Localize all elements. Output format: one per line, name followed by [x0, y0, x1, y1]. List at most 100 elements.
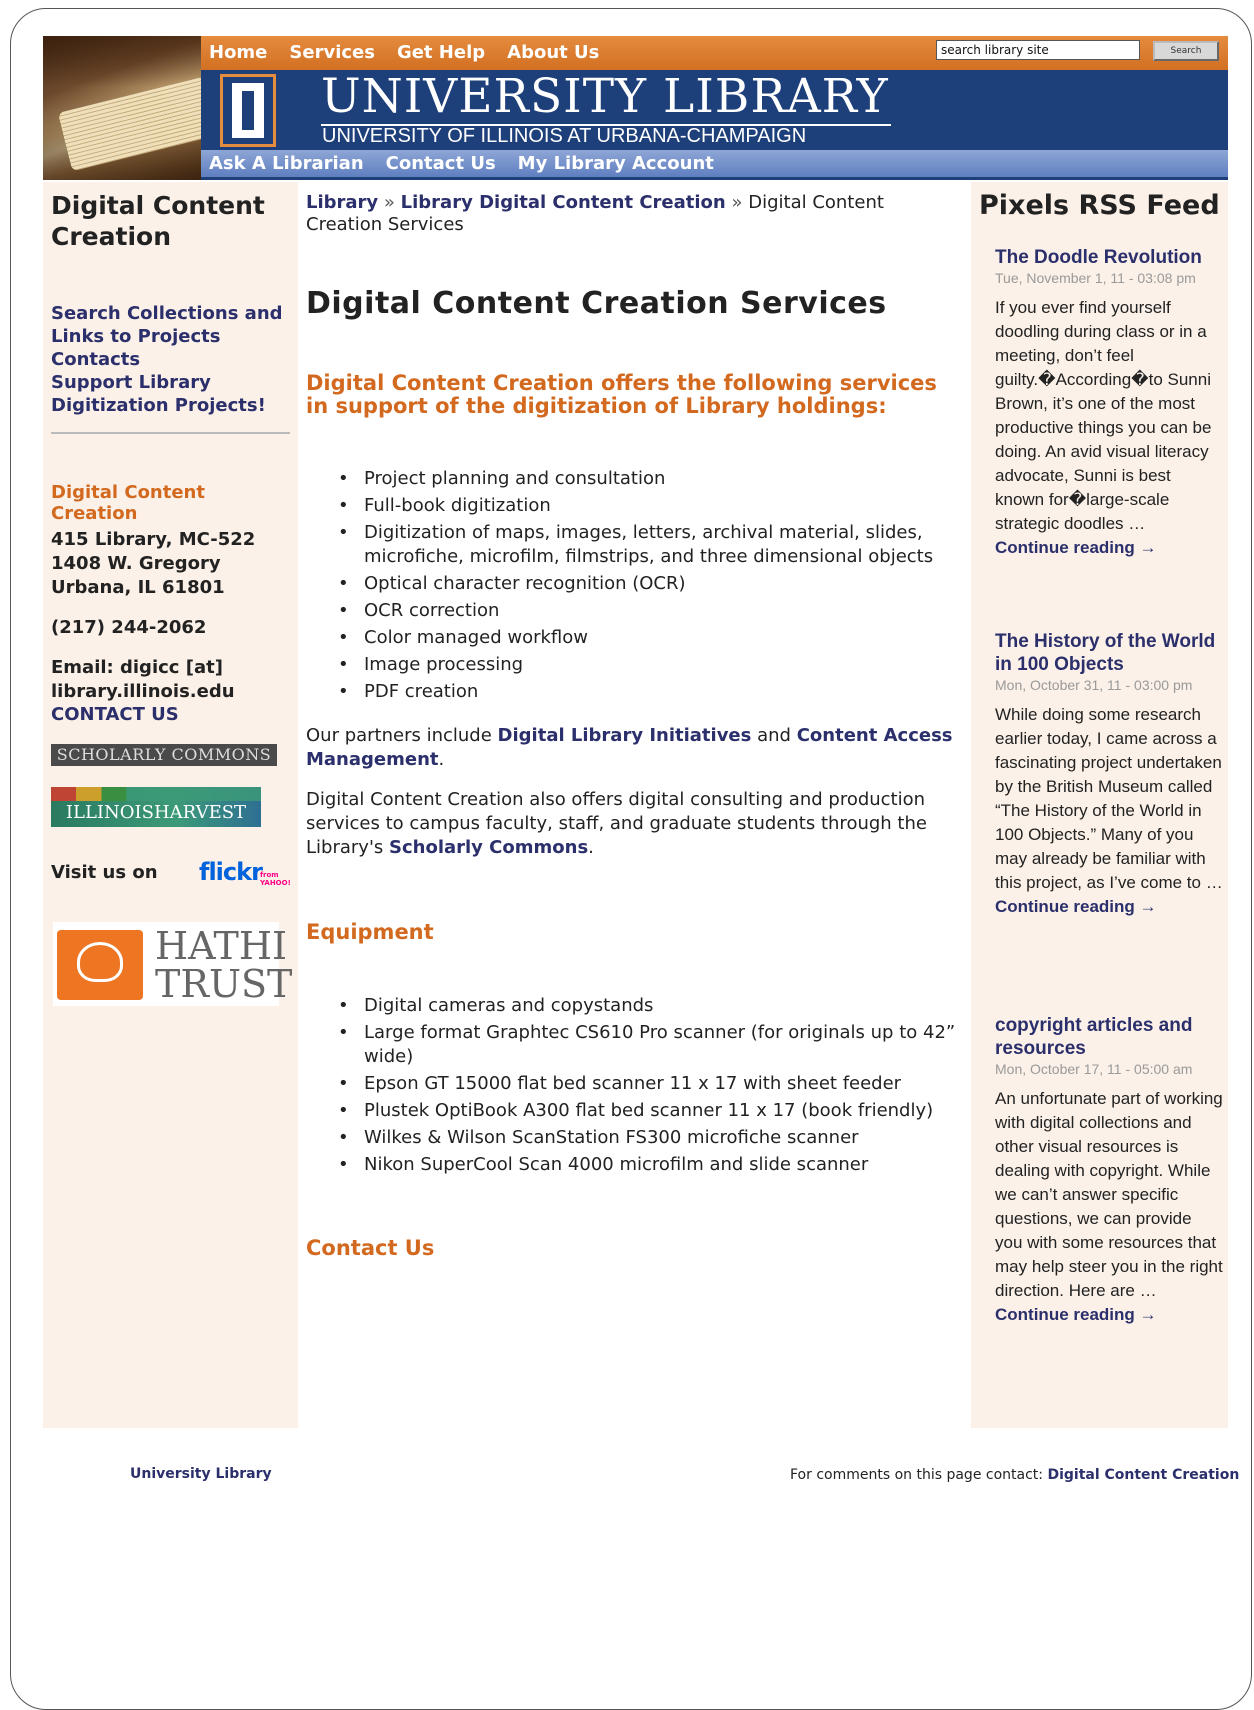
brand-title[interactable]: UNIVERSITY LIBRARY — [321, 70, 891, 126]
footer-university-library-link[interactable]: University Library — [130, 1466, 272, 1482]
list-item: Large format Graphtec CS610 Pro scanner … — [306, 1021, 966, 1069]
rss-post-title[interactable]: The Doodle Revolution — [995, 246, 1223, 269]
consulting-paragraph: Digital Content Creation also offers dig… — [306, 788, 956, 860]
list-item: Full-book digitization — [306, 494, 966, 518]
rss-post-title[interactable]: The History of the World in 100 Objects — [995, 630, 1223, 676]
partners-end: . — [438, 749, 445, 770]
equipment-heading: Equipment — [306, 920, 434, 944]
sub-nav-bar: Ask A Librarian Contact Us My Library Ac… — [201, 150, 1228, 180]
partners-prefix: Our partners include — [306, 725, 492, 746]
rss-post-date: Mon, October 17, 11 - 05:00 am — [995, 1061, 1193, 1077]
list-item: PDF creation — [306, 680, 966, 704]
list-item: Digitization of maps, images, letters, a… — [306, 521, 966, 569]
address-line: 1408 W. Gregory — [51, 553, 221, 574]
email-label: Email: digicc [at] — [51, 657, 223, 678]
rss-post-text: If you ever find yourself doodling durin… — [995, 298, 1212, 533]
search-input[interactable]: search library site — [936, 40, 1140, 60]
equipment-list: Digital cameras and copystands Large for… — [306, 994, 966, 1180]
search-button[interactable]: Search — [1153, 41, 1219, 61]
rss-post: copyright articles and resources Mon, Oc… — [995, 1014, 1223, 1327]
sidebar-title: Digital Content Creation — [51, 191, 265, 251]
footer-contact: For comments on this page contact: Digit… — [790, 1467, 1239, 1483]
partners-paragraph: Our partners include Digital Library Ini… — [306, 724, 956, 772]
breadcrumb: Library » Library Digital Content Creati… — [306, 192, 956, 236]
sidebar-divider — [51, 432, 290, 434]
rss-post-date: Tue, November 1, 11 - 03:08 pm — [995, 270, 1196, 286]
rss-post-body: While doing some research earlier today,… — [995, 703, 1223, 919]
top-nav-bar: Home Services Get Help About Us search l… — [201, 36, 1228, 70]
contact-us-link[interactable]: CONTACT US — [51, 704, 179, 725]
list-item: Wilkes & Wilson ScanStation FS300 microf… — [306, 1126, 966, 1150]
sidebar-link-contacts[interactable]: Contacts — [51, 348, 291, 371]
flickr-logo[interactable]: flickr — [199, 858, 263, 886]
trust-word: TRUST — [155, 962, 293, 1006]
address-line: 415 Library, MC-522 — [51, 529, 256, 550]
nav-get-help[interactable]: Get Help — [397, 42, 485, 63]
services-list: Project planning and consultation Full-b… — [306, 467, 966, 707]
illinois-harvest-banner[interactable]: ILLINOISHARVEST — [51, 787, 261, 827]
book-photo — [43, 36, 201, 180]
list-item: Digital cameras and copystands — [306, 994, 966, 1018]
breadcrumb-separator: » — [731, 192, 743, 213]
illinois-logo-icon[interactable] — [220, 74, 276, 147]
continue-reading-link[interactable]: Continue reading → — [995, 1305, 1157, 1324]
services-intro-heading: Digital Content Creation offers the foll… — [306, 371, 937, 418]
phone-number: (217) 244-2062 — [51, 617, 207, 638]
scholarly-commons-banner[interactable]: SCHOLARLY COMMONS — [51, 744, 277, 766]
sidebar-link-search-collections[interactable]: Search Collections and Links to Projects — [51, 302, 291, 348]
email-domain: library.illinois.edu — [51, 681, 235, 702]
nav-contact-us[interactable]: Contact Us — [386, 153, 496, 174]
unit-name: Digital Content Creation — [51, 482, 205, 524]
top-nav: Home Services Get Help About Us — [209, 42, 599, 63]
hathitrust-logo[interactable]: HATHI TRUST — [53, 922, 292, 1006]
sidebar-links: Search Collections and Links to Projects… — [51, 302, 291, 417]
continue-reading-link[interactable]: Continue reading → — [995, 897, 1157, 916]
rss-post-text: An unfortunate part of working with digi… — [995, 1089, 1223, 1300]
nav-home[interactable]: Home — [209, 42, 267, 63]
nav-about-us[interactable]: About Us — [507, 42, 599, 63]
breadcrumb-separator: » — [383, 192, 395, 213]
scholarly-commons-link[interactable]: Scholarly Commons — [389, 837, 588, 858]
consulting-end: . — [588, 837, 594, 858]
digital-library-initiatives-link[interactable]: Digital Library Initiatives — [498, 725, 752, 746]
list-item: Color managed workflow — [306, 626, 966, 650]
contact-info: Digital Content Creation 415 Library, MC… — [51, 482, 291, 704]
rss-post: The Doodle Revolution Tue, November 1, 1… — [995, 246, 1223, 560]
list-item: Optical character recognition (OCR) — [306, 572, 966, 596]
sub-nav: Ask A Librarian Contact Us My Library Ac… — [209, 153, 714, 174]
rss-sidebar: Pixels RSS Feed The Doodle Revolution Tu… — [971, 182, 1228, 1428]
list-item: Epson GT 15000 flat bed scanner 11 x 17 … — [306, 1072, 966, 1096]
flickr-yahoo-tag: from YAHOO! — [260, 871, 291, 887]
contact-us-heading: Contact Us — [306, 1236, 435, 1260]
rss-post-body: An unfortunate part of working with digi… — [995, 1087, 1223, 1327]
list-item: Image processing — [306, 653, 966, 677]
rss-post: The History of the World in 100 Objects … — [995, 630, 1223, 919]
breadcrumb-dcc[interactable]: Library Digital Content Creation — [401, 192, 726, 213]
rss-post-date: Mon, October 31, 11 - 03:00 pm — [995, 677, 1193, 693]
brand-bar: UNIVERSITY LIBRARY UNIVERSITY OF ILLINOI… — [201, 70, 1228, 150]
list-item: Plustek OptiBook A300 flat bed scanner 1… — [306, 1099, 966, 1123]
sidebar-link-support[interactable]: Support Library Digitization Projects! — [51, 371, 291, 417]
left-sidebar: Digital Content Creation Search Collecti… — [43, 182, 298, 1428]
page-title: Digital Content Creation Services — [306, 286, 887, 321]
nav-services[interactable]: Services — [289, 42, 375, 63]
visit-us-label: Visit us on — [51, 862, 158, 883]
rss-post-body: If you ever find yourself doodling durin… — [995, 296, 1223, 560]
continue-reading-link[interactable]: Continue reading → — [995, 538, 1157, 557]
breadcrumb-library[interactable]: Library — [306, 192, 378, 213]
list-item: Nikon SuperCool Scan 4000 microfilm and … — [306, 1153, 966, 1177]
rss-post-text: While doing some research earlier today,… — [995, 705, 1223, 892]
hathi-word: HATHI — [155, 924, 287, 968]
list-item: Project planning and consultation — [306, 467, 966, 491]
footer-dcc-link[interactable]: Digital Content Creation — [1047, 1467, 1239, 1483]
list-item: OCR correction — [306, 599, 966, 623]
brand-subtitle[interactable]: UNIVERSITY OF ILLINOIS AT URBANA-CHAMPAI… — [322, 125, 806, 148]
footer-contact-text: For comments on this page contact: — [790, 1467, 1043, 1483]
nav-my-library-account[interactable]: My Library Account — [518, 153, 714, 174]
main-content: Library » Library Digital Content Creati… — [298, 182, 971, 1428]
elephant-icon — [57, 930, 143, 1000]
rss-post-title[interactable]: copyright articles and resources — [995, 1014, 1223, 1060]
rss-title: Pixels RSS Feed — [979, 190, 1220, 221]
nav-ask-a-librarian[interactable]: Ask A Librarian — [209, 153, 364, 174]
address-line: Urbana, IL 61801 — [51, 577, 225, 598]
